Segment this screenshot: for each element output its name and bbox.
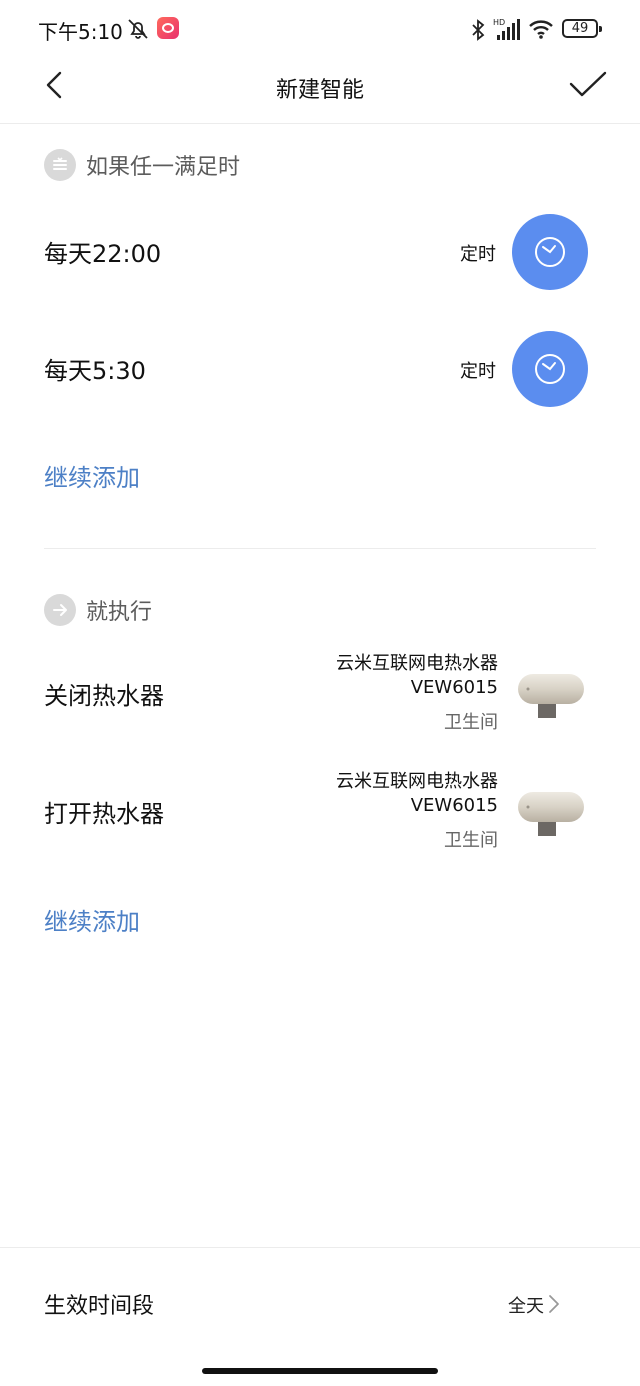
action-label: 打开热水器 <box>44 800 164 828</box>
chevron-right-icon <box>549 1295 559 1313</box>
wifi-icon <box>529 20 553 39</box>
period-label: 生效时间段 <box>44 1294 155 1319</box>
mute-icon <box>128 19 148 39</box>
device-room: 卫生间 <box>444 712 498 733</box>
smart-scene-page: 下午5:10 HD 49 新建智能 如果任一满足时 每天22:00 定时 每天5… <box>0 0 640 1386</box>
action-row-2[interactable]: 打开热水器 云米互联网电热水器 VEW6015 卫生间 <box>44 770 596 868</box>
period-value: 全天 <box>508 1296 544 1317</box>
then-section-title: 就执行 <box>86 600 153 625</box>
svg-text:HD: HD <box>493 18 505 27</box>
header: 新建智能 <box>0 58 640 124</box>
condition-row-1[interactable]: 每天22:00 定时 <box>44 214 596 290</box>
device-model: VEW6015 <box>410 795 498 816</box>
signal-icon: HD <box>493 18 520 40</box>
condition-list-icon <box>44 149 76 181</box>
condition-type: 定时 <box>460 244 496 265</box>
device-title: 云米互联网电热水器 <box>336 653 498 674</box>
status-time: 下午5:10 <box>38 20 123 44</box>
battery-level: 49 <box>571 21 589 36</box>
add-condition-link[interactable]: 继续添加 <box>44 458 140 493</box>
then-section-header: 就执行 <box>44 593 152 627</box>
arrow-right-icon <box>44 594 76 626</box>
clock-icon <box>535 354 565 384</box>
condition-label: 每天22:00 <box>44 240 162 268</box>
water-heater-image <box>518 792 584 836</box>
action-label: 关闭热水器 <box>44 682 164 710</box>
if-section-header: 如果任一满足时 <box>44 148 240 182</box>
battery-icon: 49 <box>562 19 602 38</box>
device-model: VEW6015 <box>410 677 498 698</box>
timer-button[interactable] <box>512 331 588 407</box>
device-name: 云米互联网电热水器 VEW6015 <box>198 652 498 700</box>
action-row-1[interactable]: 关闭热水器 云米互联网电热水器 VEW6015 卫生间 <box>44 652 596 750</box>
if-section-title: 如果任一满足时 <box>86 155 241 180</box>
status-bar: 下午5:10 HD 49 <box>0 0 640 58</box>
checkmark-icon[interactable] <box>568 70 608 100</box>
bottom-divider <box>0 1247 640 1248</box>
condition-row-2[interactable]: 每天5:30 定时 <box>44 331 596 407</box>
device-name: 云米互联网电热水器 VEW6015 <box>198 770 498 818</box>
page-title: 新建智能 <box>275 78 364 103</box>
add-action-link[interactable]: 继续添加 <box>44 902 140 937</box>
device-room: 卫生间 <box>444 830 498 851</box>
water-heater-image <box>518 674 584 718</box>
app-badge-icon <box>157 17 179 39</box>
section-divider <box>44 548 596 549</box>
condition-type: 定时 <box>460 361 496 382</box>
home-indicator[interactable] <box>202 1368 438 1374</box>
clock-icon <box>535 237 565 267</box>
condition-label: 每天5:30 <box>44 357 146 385</box>
bluetooth-icon <box>472 19 485 41</box>
effective-period-row[interactable]: 生效时间段 全天 <box>44 1280 596 1328</box>
timer-button[interactable] <box>512 214 588 290</box>
device-title: 云米互联网电热水器 <box>336 771 498 792</box>
